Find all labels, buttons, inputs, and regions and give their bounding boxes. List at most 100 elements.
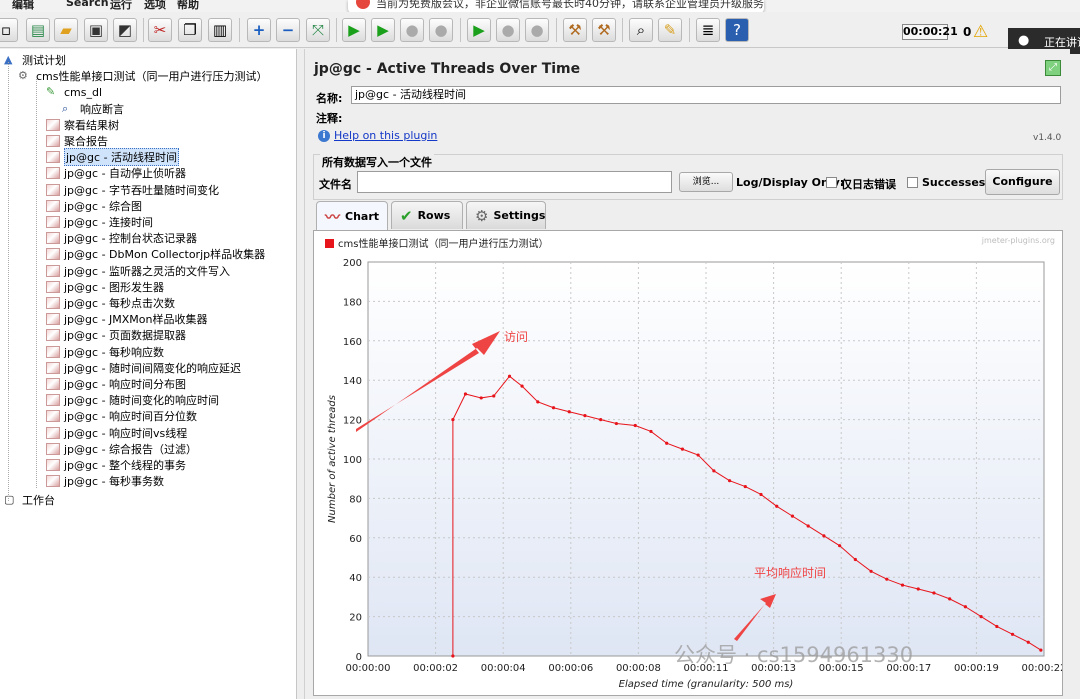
tree-item[interactable]: 聚合报告 <box>46 133 108 149</box>
toggle-icon[interactable]: ⤧ <box>306 18 330 42</box>
data-point <box>900 583 905 587</box>
tab-rows[interactable]: ✔ Rows <box>391 201 463 229</box>
menu-help[interactable]: 帮助 <box>177 0 199 12</box>
start-no-timers-icon[interactable]: ▶ <box>371 18 395 42</box>
successes-checkbox[interactable] <box>907 177 918 188</box>
y-tick-label: 160 <box>343 337 362 348</box>
configure-button[interactable]: Configure <box>985 169 1060 195</box>
tree-item[interactable]: jp@gc - 随时间间隔变化的响应延迟 <box>46 360 241 376</box>
tree-item-label: jp@gc - 监听器之灵活的文件写入 <box>64 264 231 278</box>
data-point <box>790 514 795 518</box>
help-link[interactable]: i Help on this plugin <box>318 129 437 142</box>
x-tick-label: 00:00:04 <box>481 663 526 674</box>
help-icon[interactable]: ? <box>725 18 749 42</box>
listener-icon <box>46 475 60 488</box>
tab-settings[interactable]: ⚙ Settings <box>466 201 546 229</box>
cut-icon[interactable]: ✂ <box>148 18 172 42</box>
tree-item-label: jp@gc - 响应时间vs线程 <box>64 426 188 440</box>
tree-item[interactable]: jp@gc - 控制台状态记录器 <box>46 230 197 246</box>
tree-item[interactable]: jp@gc - 每秒事务数 <box>46 473 164 489</box>
templates-icon[interactable]: ▤ <box>26 18 50 42</box>
data-point <box>885 577 889 581</box>
y-tick-label: 40 <box>349 573 362 584</box>
tree-item[interactable]: jp@gc - 监听器之灵活的文件写入 <box>46 263 230 279</box>
expand-icon[interactable]: + <box>247 18 271 42</box>
tree-item[interactable]: jp@gc - JMXMon样品收集器 <box>46 311 208 327</box>
data-point <box>479 396 483 400</box>
tree-item-label: 工作台 <box>22 494 55 508</box>
listener-icon <box>46 459 60 471</box>
menu-search[interactable]: Search <box>66 0 109 9</box>
save-as-icon[interactable]: ◩ <box>113 18 137 42</box>
menu-run[interactable]: 运行 <box>110 0 132 12</box>
tree-item[interactable]: ⚙ cms性能单接口测试（同一用户进行压力测试） <box>18 68 268 84</box>
remote-start-icon[interactable]: ▶ <box>467 18 491 42</box>
collapse-icon[interactable]: − <box>276 18 300 42</box>
remote-stop-icon[interactable]: ● <box>496 18 520 42</box>
copy-icon[interactable]: ❐ <box>178 18 202 42</box>
comment-field[interactable] <box>351 107 1061 125</box>
tree-item[interactable]: jp@gc - 综合图 <box>46 198 142 214</box>
tree-item[interactable]: jp@gc - 整个线程的事务 <box>46 457 186 473</box>
tree-item[interactable]: jp@gc - 随时间变化的响应时间 <box>46 392 219 408</box>
start-icon[interactable]: ▶ <box>342 18 366 42</box>
clear-icon[interactable]: ⚒ <box>563 18 587 42</box>
tree-item-label: jp@gc - 随时间变化的响应时间 <box>64 394 220 408</box>
menu-options[interactable]: 选项 <box>144 0 166 12</box>
filename-input[interactable] <box>357 171 672 193</box>
remote-shutdown-icon[interactable]: ● <box>525 18 549 42</box>
shutdown-icon[interactable]: ● <box>429 18 453 42</box>
tree-item-label: jp@gc - JMXMon样品收集器 <box>64 313 208 327</box>
tree-item[interactable]: jp@gc - DbMon Collectorjp样品收集器 <box>46 246 265 262</box>
tree-item[interactable]: ▢ 工作台 <box>4 492 55 508</box>
warning-icon[interactable]: ⚠ <box>973 22 988 42</box>
file-section-title: 所有数据写入一个文件 <box>320 154 434 170</box>
y-tick-label: 80 <box>349 494 362 505</box>
tree-item[interactable]: jp@gc - 响应时间vs线程 <box>46 425 187 441</box>
toolbar-separator <box>239 18 240 42</box>
panel-title: jp@gc - Active Threads Over Time <box>314 61 581 77</box>
data-point <box>520 384 524 388</box>
data-point <box>916 587 920 591</box>
search-icon[interactable]: ⌕ <box>629 18 653 42</box>
function-helper-icon[interactable]: ≣ <box>696 18 720 42</box>
tree-item-label: cms性能单接口测试（同一用户进行压力测试） <box>36 70 268 84</box>
tree-item[interactable]: jp@gc - 自动停止侦听器 <box>46 165 186 181</box>
paste-icon[interactable]: ▥ <box>208 18 232 42</box>
data-point <box>838 544 842 548</box>
data-point <box>507 374 512 378</box>
tree-item[interactable]: jp@gc - 响应时间分布图 <box>46 376 186 392</box>
workbench-icon: ▢ <box>4 493 15 507</box>
tree-item[interactable]: jp@gc - 字节吞吐量随时间变化 <box>46 182 219 198</box>
tree-item[interactable]: ▲ 测试计划 <box>4 52 66 68</box>
clear-all-icon[interactable]: ⚒ <box>592 18 616 42</box>
menu-edit[interactable]: 编辑 <box>12 0 34 12</box>
stop-icon[interactable]: ● <box>400 18 424 42</box>
x-tick-label: 00:00:02 <box>413 663 458 674</box>
tab-chart[interactable]: 〰 Chart <box>316 201 388 231</box>
tree-item[interactable]: jp@gc - 页面数据提取器 <box>46 327 186 343</box>
name-field[interactable]: jp@gc - 活动线程时间 <box>351 86 1061 104</box>
tree-item[interactable]: ✎ cms_dl <box>46 84 102 100</box>
browse-button[interactable]: 浏览... <box>679 172 733 192</box>
y-axis-label: Number of active threads <box>327 395 338 523</box>
tree-item[interactable]: ⌕ 响应断言 <box>62 101 124 117</box>
help-link-text[interactable]: Help on this plugin <box>334 129 437 142</box>
errors-only-checkbox[interactable] <box>826 177 837 188</box>
maximize-icon[interactable]: ⤢ <box>1045 60 1061 76</box>
tree-item[interactable]: 察看结果树 <box>46 117 119 133</box>
listener-icon <box>46 297 60 309</box>
toolbar-separator <box>460 18 461 42</box>
tree-item[interactable]: jp@gc - 每秒点击次数 <box>46 295 175 311</box>
tree-item[interactable]: jp@gc - 图形发生器 <box>46 279 164 295</box>
tree-item[interactable]: jp@gc - 响应时间百分位数 <box>46 408 197 424</box>
tree-item[interactable]: jp@gc - 综合报告（过滤） <box>46 441 197 457</box>
tree-item[interactable]: jp@gc - 连接时间 <box>46 214 153 230</box>
save-icon[interactable]: ▣ <box>84 18 108 42</box>
tree-item[interactable]: jp@gc - 每秒响应数 <box>46 344 164 360</box>
tree-item[interactable]: jp@gc - 活动线程时间 <box>46 148 180 167</box>
reset-search-icon[interactable]: ✎ <box>658 18 682 42</box>
new-icon[interactable]: ▫ <box>0 18 18 42</box>
open-icon[interactable]: ▰ <box>54 18 78 42</box>
data-point <box>948 597 952 601</box>
